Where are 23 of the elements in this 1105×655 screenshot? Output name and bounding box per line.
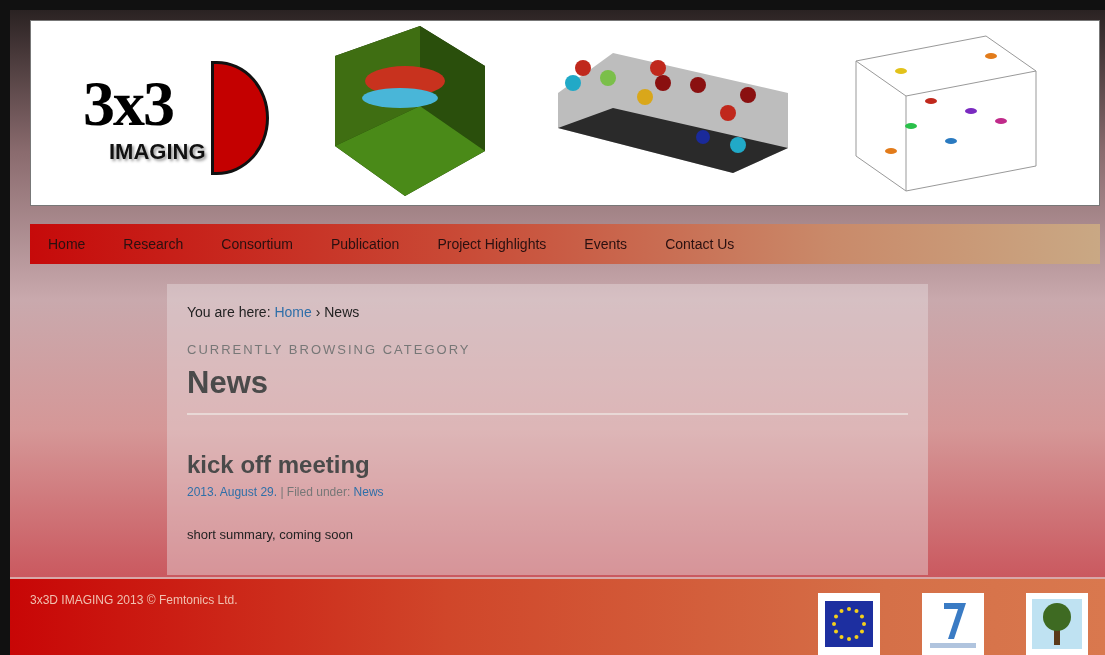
post-meta: 2013. August 29. | Filed under: News: [187, 484, 385, 499]
nav-link[interactable]: Home: [48, 235, 86, 252]
nav-link[interactable]: Publication: [330, 235, 400, 252]
eu-flag-icon: [818, 593, 880, 655]
category-label: CURRENTLY BROWSING CATEGORY: [187, 341, 472, 357]
post-title[interactable]: kick off meeting: [187, 450, 908, 479]
nav-link[interactable]: Contact Us: [665, 235, 735, 252]
copyright-text: 3x3D IMAGING 2013 © Femtonics Ltd.: [30, 593, 238, 607]
breadcrumb-link[interactable]: Home: [274, 303, 312, 320]
nav-link[interactable]: Events: [584, 235, 628, 252]
nav-link[interactable]: Consortium: [221, 235, 293, 252]
page-title: News: [187, 364, 269, 401]
nav-link[interactable]: Project Highlights: [437, 235, 547, 252]
category-link[interactable]: News: [353, 484, 384, 499]
post-summary: short summary, coming soon: [187, 526, 354, 542]
logo-text: 3x3: [83, 67, 173, 142]
nav-link[interactable]: Research: [123, 235, 184, 252]
logo[interactable]: 3x3 IMAGING: [83, 53, 265, 174]
tree-icon: [1026, 593, 1088, 655]
seven-logo-icon: [922, 593, 984, 655]
logo-subtitle: IMAGING: [109, 139, 206, 166]
breadcrumb: You are here: Home › News: [187, 303, 361, 320]
date-link[interactable]: 2013. August 29.: [187, 484, 278, 499]
